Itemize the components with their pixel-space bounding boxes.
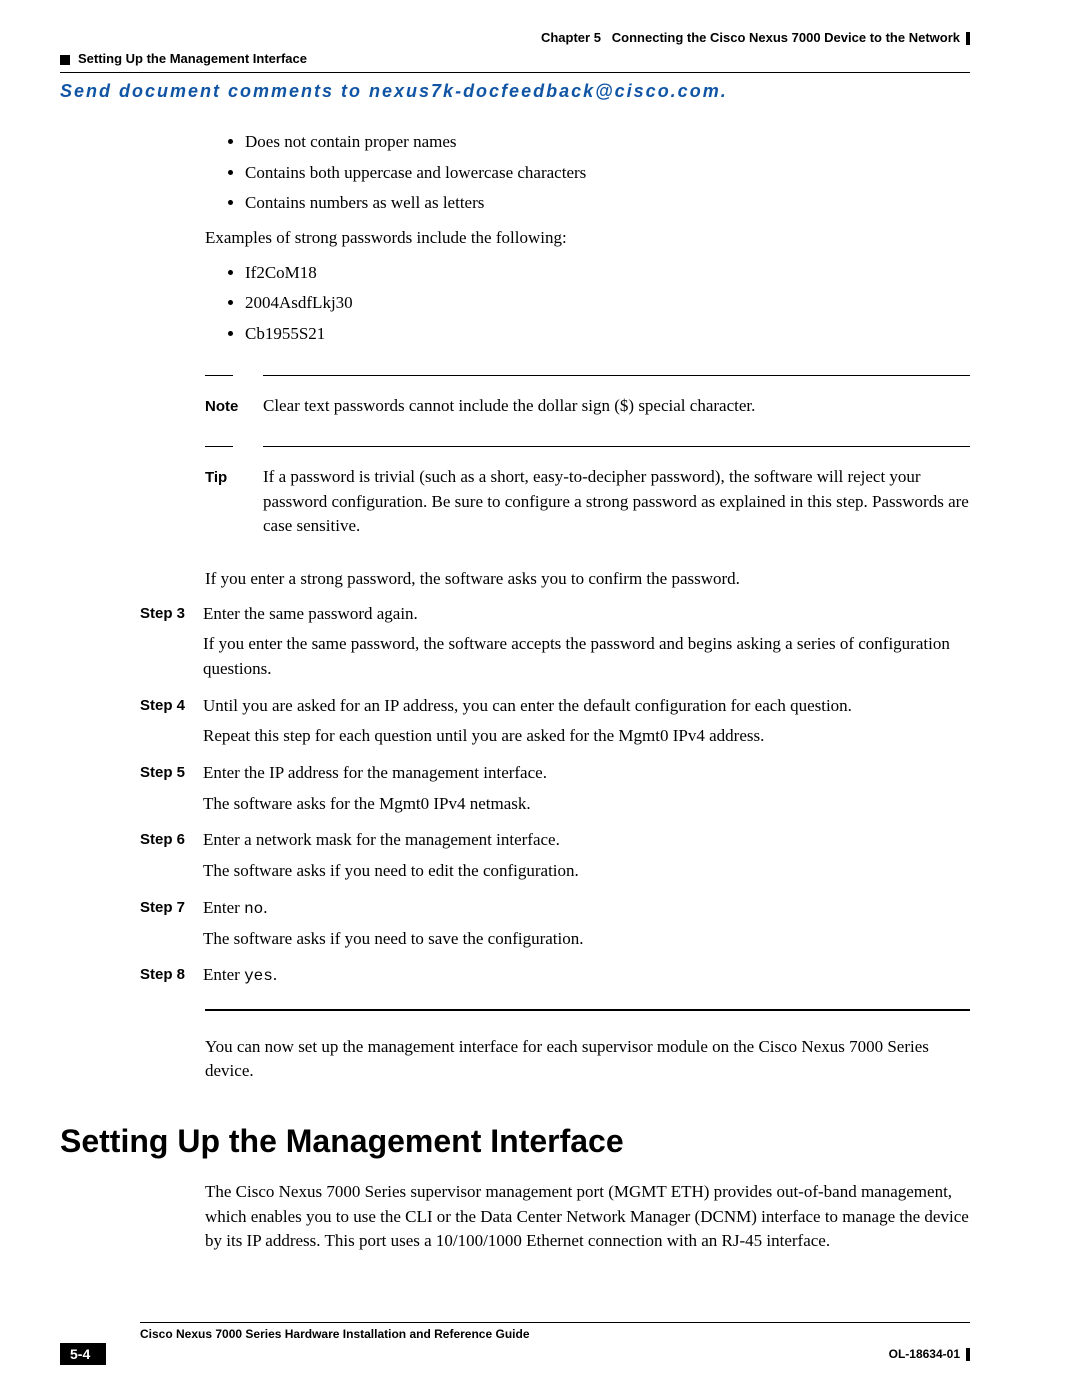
header-bar-icon: [966, 32, 970, 45]
chapter-title: Connecting the Cisco Nexus 7000 Device t…: [612, 30, 960, 45]
step-text: Enter no.: [203, 896, 970, 921]
steps-end-rule: [205, 1009, 970, 1011]
step-label: Step 5: [60, 761, 185, 822]
step-3: Step 3 Enter the same password again. If…: [60, 602, 970, 688]
note-label: Note: [205, 398, 238, 415]
example-bullets: If2CoM18 2004AsdfLkj30 Cb1955S21: [245, 261, 970, 347]
step-6: Step 6 Enter a network mask for the mana…: [60, 828, 970, 889]
list-item: If2CoM18: [245, 261, 970, 286]
list-item: Contains both uppercase and lowercase ch…: [245, 161, 970, 186]
step-text: Enter the IP address for the management …: [203, 761, 970, 786]
tip-rule-short: [205, 446, 233, 447]
step-4: Step 4 Until you are asked for an IP add…: [60, 694, 970, 755]
intro-bullets: Does not contain proper names Contains b…: [245, 130, 970, 216]
list-item: Cb1955S21: [245, 322, 970, 347]
step-label: Step 4: [60, 694, 185, 755]
examples-lead: Examples of strong passwords include the…: [205, 226, 970, 251]
page-number: 5-4: [60, 1343, 106, 1365]
list-item: Does not contain proper names: [245, 130, 970, 155]
chapter-label: Chapter 5: [541, 30, 601, 45]
body: Does not contain proper names Contains b…: [60, 130, 970, 1254]
note-rule-short: [205, 375, 233, 376]
list-item: 2004AsdfLkj30: [245, 291, 970, 316]
step-text: Enter yes.: [203, 963, 970, 988]
header-square-icon: [60, 55, 70, 65]
code-literal: yes: [244, 967, 273, 985]
step-text: If you enter the same password, the soft…: [203, 632, 970, 681]
footer-guide-title: Cisco Nexus 7000 Series Hardware Install…: [140, 1327, 970, 1341]
section-para: The Cisco Nexus 7000 Series supervisor m…: [205, 1180, 970, 1254]
tip-rule-long: [263, 446, 970, 447]
step-text: Until you are asked for an IP address, y…: [203, 694, 970, 719]
header-section: Setting Up the Management Interface: [60, 51, 970, 66]
code-literal: no: [244, 900, 263, 918]
feedback-line: Send document comments to nexus7k-docfee…: [60, 81, 970, 102]
header-section-crumb: Setting Up the Management Interface: [78, 51, 307, 66]
step-label: Step 8: [60, 963, 185, 994]
list-item: Contains numbers as well as letters: [245, 191, 970, 216]
doc-id: OL-18634-01: [889, 1347, 970, 1361]
footer-rule: [140, 1322, 970, 1323]
step-label: Step 7: [60, 896, 185, 958]
step-8: Step 8 Enter yes.: [60, 963, 970, 994]
page-footer: Cisco Nexus 7000 Series Hardware Install…: [60, 1322, 970, 1365]
step-label: Step 3: [60, 602, 185, 688]
header-chapter: Chapter 5 Connecting the Cisco Nexus 700…: [60, 30, 970, 45]
footer-bar-icon: [966, 1348, 970, 1361]
tip-callout: Tip If a password is trivial (such as a …: [205, 446, 970, 539]
step-5: Step 5 Enter the IP address for the mana…: [60, 761, 970, 822]
page: Chapter 5 Connecting the Cisco Nexus 700…: [0, 0, 1080, 1397]
step-label: Step 6: [60, 828, 185, 889]
note-callout: Note Clear text passwords cannot include…: [205, 375, 970, 419]
step-text: Enter a network mask for the management …: [203, 828, 970, 853]
step-7: Step 7 Enter no. The software asks if yo…: [60, 896, 970, 958]
section-heading: Setting Up the Management Interface: [60, 1118, 970, 1164]
tip-label: Tip: [205, 469, 227, 486]
note-text: Clear text passwords cannot include the …: [263, 394, 970, 419]
step-text: The software asks for the Mgmt0 IPv4 net…: [203, 792, 970, 817]
step-text: Enter the same password again.: [203, 602, 970, 627]
header-rule: [60, 72, 970, 73]
step-text: Repeat this step for each question until…: [203, 724, 970, 749]
intro-block: Does not contain proper names Contains b…: [205, 130, 970, 592]
step-text: The software asks if you need to save th…: [203, 927, 970, 952]
tip-text: If a password is trivial (such as a shor…: [263, 465, 970, 539]
closing-text: You can now set up the management interf…: [205, 1035, 970, 1084]
step-text: The software asks if you need to edit th…: [203, 859, 970, 884]
confirm-line: If you enter a strong password, the soft…: [205, 567, 970, 592]
note-rule-long: [263, 375, 970, 376]
